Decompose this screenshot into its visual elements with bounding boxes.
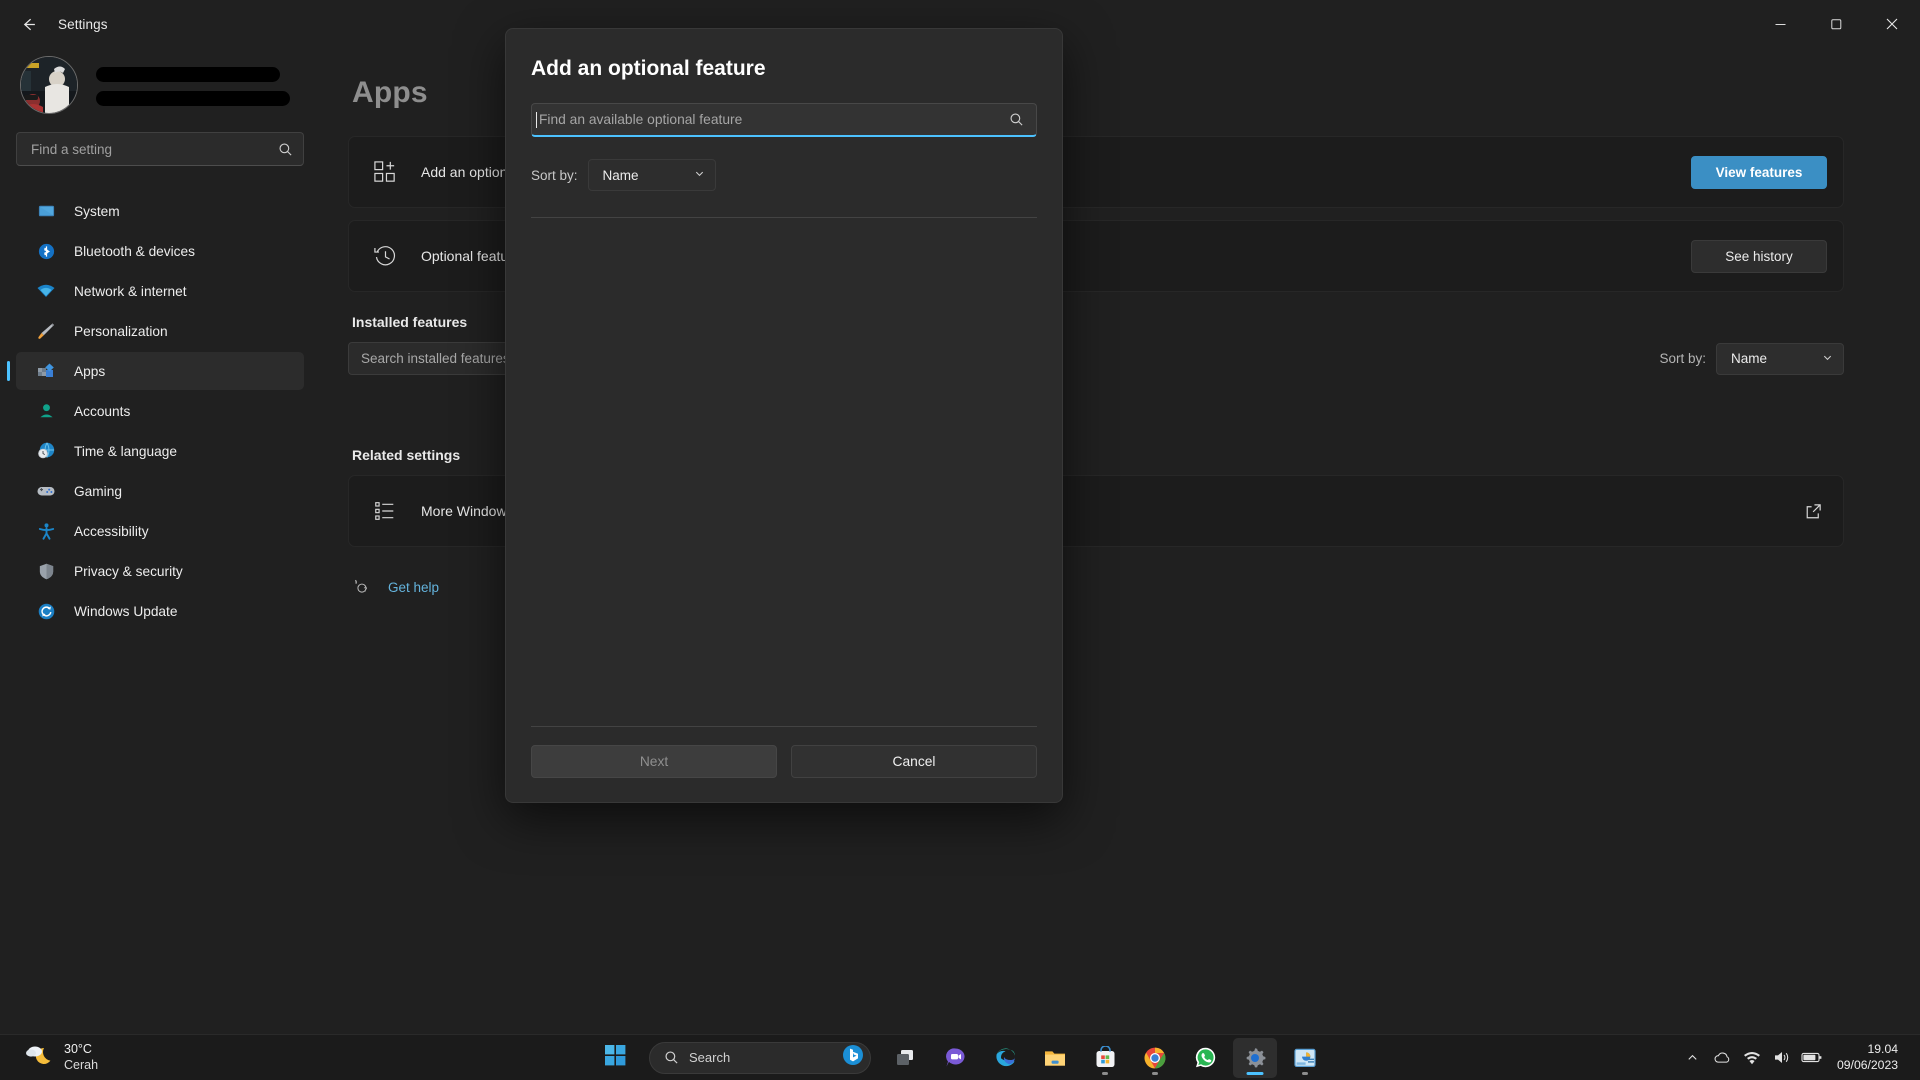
dialog-content: Add an optional feature Find an availabl… [506, 29, 1062, 727]
search-icon [664, 1050, 679, 1065]
whatsapp-icon[interactable] [1183, 1038, 1227, 1078]
start-button[interactable] [593, 1038, 637, 1078]
clock-time: 19.04 [1867, 1042, 1899, 1057]
edge-icon[interactable] [983, 1038, 1027, 1078]
available-features-list[interactable] [531, 217, 1037, 727]
taskbar-search-label: Search [689, 1050, 731, 1065]
weather-text: 30°C Cerah [64, 1042, 98, 1073]
cancel-button[interactable]: Cancel [791, 745, 1037, 778]
taskbar: 30°C Cerah Search 19.04 09/06/2023 [0, 1034, 1920, 1080]
microsoft-store-icon[interactable] [1083, 1038, 1127, 1078]
moon-cloud-icon [24, 1042, 54, 1073]
add-optional-feature-dialog: Add an optional feature Find an availabl… [505, 28, 1063, 803]
search-icon [1009, 112, 1024, 127]
running-indicator [1152, 1071, 1158, 1075]
bing-chat-icon[interactable] [842, 1044, 864, 1071]
clock[interactable]: 19.04 09/06/2023 [1829, 1042, 1910, 1073]
volume-icon[interactable] [1769, 1041, 1795, 1075]
dialog-footer: Next Cancel [506, 727, 1062, 802]
weather-condition: Cerah [64, 1057, 99, 1072]
file-explorer-icon[interactable] [1033, 1038, 1077, 1078]
taskbar-center: Search [593, 1037, 1327, 1078]
dialog-search-box[interactable]: Find an available optional feature [531, 103, 1037, 137]
chat-icon[interactable] [933, 1038, 977, 1078]
dialog-sort-value: Name [602, 167, 639, 183]
weather-temperature: 30°C [64, 1042, 92, 1057]
show-hidden-icons-chevron[interactable] [1679, 1041, 1705, 1075]
clock-date: 09/06/2023 [1837, 1057, 1898, 1072]
dialog-search-placeholder: Find an available optional feature [539, 112, 743, 127]
settings-icon[interactable] [1233, 1037, 1277, 1078]
running-indicator [1302, 1071, 1308, 1075]
dialog-sort-label: Sort by: [531, 167, 578, 183]
chevron-down-icon [694, 168, 705, 182]
wifi-icon[interactable] [1739, 1041, 1765, 1075]
active-indicator [1246, 1071, 1264, 1075]
next-button[interactable]: Next [531, 745, 777, 778]
system-tray: 19.04 09/06/2023 [1679, 1035, 1920, 1080]
task-view-icon[interactable] [883, 1038, 927, 1078]
running-indicator [1102, 1071, 1108, 1075]
onedrive-cloud-icon[interactable] [1709, 1041, 1735, 1075]
dialog-title: Add an optional feature [531, 57, 766, 80]
dialog-sort-select[interactable]: Name [587, 159, 716, 191]
battery-icon[interactable] [1799, 1041, 1825, 1075]
weather-widget[interactable]: 30°C Cerah [14, 1039, 108, 1076]
windows-start-icon [604, 1044, 626, 1071]
dialog-overlay: Add an optional feature Find an availabl… [0, 0, 1920, 1080]
chrome-icon[interactable] [1133, 1038, 1177, 1078]
dialog-sort-by: Sort by: Name [531, 159, 1037, 191]
control-panel-icon[interactable] [1283, 1038, 1327, 1078]
taskbar-search[interactable]: Search [649, 1041, 871, 1074]
